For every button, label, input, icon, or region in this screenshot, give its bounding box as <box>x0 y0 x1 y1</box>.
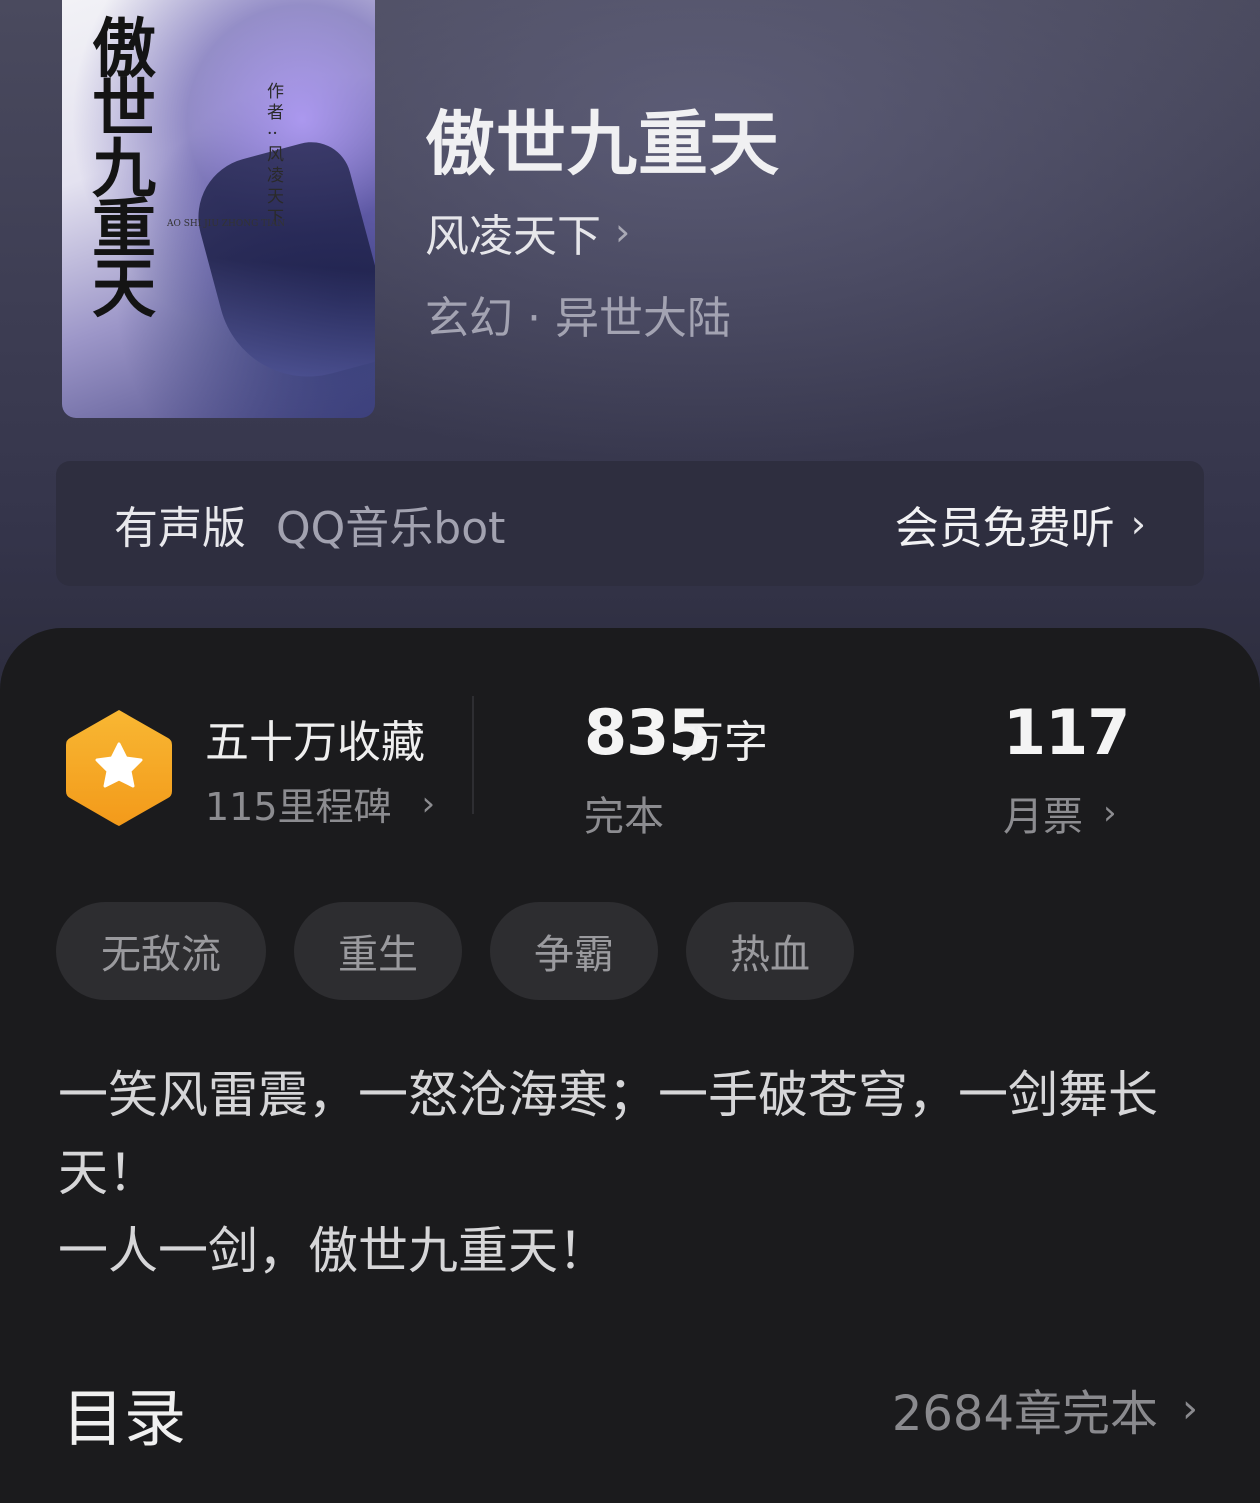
monthly-votes-count: 117 <box>1003 696 1130 769</box>
book-genre: 玄幻 · 异世大陆 <box>425 293 731 344</box>
author-name: 风凌天下 <box>425 211 601 262</box>
milestone-link[interactable]: 115里程碑 › <box>205 776 435 831</box>
collection-milestone-title[interactable]: 五十万收藏 <box>205 706 425 770</box>
book-cover[interactable]: 傲世九重天 作者··风凌天下 AO SHI JIU ZHONG TIAN <box>62 0 375 418</box>
chapter-count: 2684章完本 <box>891 1386 1158 1442</box>
word-count-unit: 万字 <box>680 717 768 768</box>
tag-chip[interactable]: 无敌流 <box>56 902 266 1000</box>
chevron-right-icon: › <box>1182 1386 1198 1432</box>
cover-author: 作者··风凌天下 <box>267 82 284 228</box>
star-hexagon-icon[interactable] <box>64 706 174 830</box>
completion-status: 完本 <box>584 794 664 840</box>
book-title: 傲世九重天 <box>425 102 780 185</box>
toc-link[interactable]: 2684章完本 › <box>892 1374 1198 1444</box>
monthly-votes-label: 月票 <box>1003 794 1083 840</box>
stat-divider <box>472 696 474 814</box>
tag-chip[interactable]: 热血 <box>686 902 854 1000</box>
cover-title: 傲世九重天 <box>92 12 156 327</box>
audio-label: 有声版 <box>114 502 246 554</box>
chevron-right-icon: › <box>615 210 631 254</box>
description-line: 一人一剑，傲世九重天！ <box>58 1222 608 1280</box>
monthly-votes-link[interactable]: 月票 › <box>1003 784 1117 842</box>
book-description[interactable]: 一笑风雷震，一怒沧海寒；一手破苍穹，一剑舞长天！ 一人一剑，傲世九重天！ <box>58 1056 1208 1290</box>
member-free-listen-button[interactable]: 会员免费听 › <box>895 492 1146 556</box>
chevron-right-icon: › <box>1130 501 1146 546</box>
tag-chip[interactable]: 争霸 <box>490 902 658 1000</box>
chevron-right-icon: › <box>1103 793 1117 833</box>
tag-chip[interactable]: 重生 <box>294 902 462 1000</box>
author-link[interactable]: 风凌天下 › <box>425 200 630 264</box>
milestone-count: 115里程碑 <box>205 785 392 829</box>
audio-version-bar[interactable]: 有声版 QQ音乐bot 会员免费听 › <box>56 461 1204 586</box>
member-free-listen-label: 会员免费听 <box>894 502 1115 554</box>
chevron-right-icon: › <box>421 783 436 824</box>
cover-pinyin: AO SHI JIU ZHONG TIAN <box>167 219 286 229</box>
description-line: 一笑风雷震，一怒沧海寒；一手破苍穹，一剑舞长天！ <box>58 1066 1158 1202</box>
audio-source: QQ音乐bot <box>276 502 506 554</box>
toc-title[interactable]: 目录 <box>62 1368 186 1458</box>
